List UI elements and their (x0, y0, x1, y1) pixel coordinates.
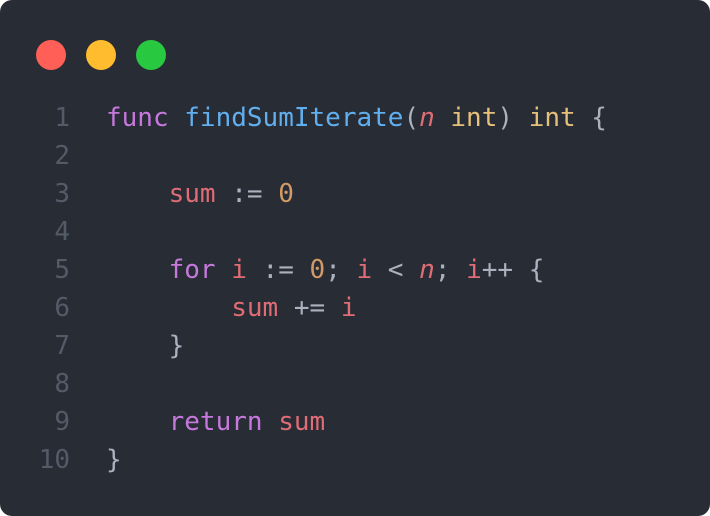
code-token: 0 (309, 255, 326, 285)
code-token: ) (497, 103, 529, 133)
code-token: i (466, 255, 482, 285)
code-token: ; (434, 255, 467, 285)
code-line: 1 func findSumIterate(n int) int { (0, 99, 607, 137)
code-token: int (450, 103, 498, 133)
code-token: ++ (481, 255, 514, 285)
code-line: 6 sum += i (0, 289, 607, 327)
line-content: sum := 0 (106, 175, 294, 213)
line-number: 9 (54, 407, 70, 437)
line-content: return sum (106, 403, 326, 441)
line-content: } (106, 441, 122, 479)
code-token: for (168, 255, 216, 285)
line-content: for i := 0; i < n; i++ { (106, 251, 545, 289)
code-line: 8 (0, 365, 607, 403)
line-number: 7 (54, 331, 70, 361)
code-token: i (340, 293, 357, 323)
code-token: n (419, 103, 435, 133)
code-token: } (106, 445, 122, 475)
maximize-button[interactable] (136, 40, 166, 70)
window-controls (36, 40, 166, 70)
line-number: 10 (38, 445, 70, 475)
code-token: += (278, 293, 341, 323)
line-number: 8 (54, 369, 70, 399)
minimize-button[interactable] (86, 40, 116, 70)
code-line: 10} (0, 441, 607, 479)
line-number: 2 (54, 141, 70, 171)
code-window: 1 func findSumIterate(n int) int {2 3 sum … (0, 0, 710, 516)
line-number: 1 (54, 103, 70, 133)
code-token: sum (278, 407, 326, 437)
code-line: 7 } (0, 327, 607, 365)
code-token: return (168, 407, 263, 437)
line-content: func findSumIterate(n int) int { (106, 99, 607, 137)
code-block: 1 func findSumIterate(n int) int {2 3 sum … (0, 99, 607, 479)
code-token: i (231, 255, 247, 285)
code-token: ( (403, 103, 420, 133)
code-token: n (419, 255, 435, 285)
line-content: sum += i (106, 289, 356, 327)
line-content: } (106, 327, 185, 365)
code-line: 5 for i := 0; i < n; i++ { (0, 251, 607, 289)
code-line: 2 (0, 137, 607, 175)
code-token: func (106, 103, 169, 133)
code-token: sum (231, 293, 279, 323)
code-token: < (372, 255, 420, 285)
code-token: { (575, 103, 607, 133)
line-number: 5 (54, 255, 70, 285)
code-line: 9 return sum (0, 403, 607, 441)
close-button[interactable] (36, 40, 66, 70)
code-token: sum (168, 179, 216, 209)
code-token: int (528, 103, 576, 133)
code-line: 4 (0, 213, 607, 251)
code-token: { (513, 255, 545, 285)
code-token: ; (325, 255, 357, 285)
code-line: 3 sum := 0 (0, 175, 607, 213)
code-token: 0 (278, 179, 294, 209)
code-token: findSumIterate (184, 103, 404, 133)
code-token: := (215, 179, 279, 209)
code-token: } (168, 331, 185, 361)
code-token: i (356, 255, 373, 285)
line-number: 3 (54, 179, 70, 209)
line-number: 4 (54, 217, 70, 247)
line-number: 6 (54, 293, 70, 323)
code-token: := (246, 255, 310, 285)
